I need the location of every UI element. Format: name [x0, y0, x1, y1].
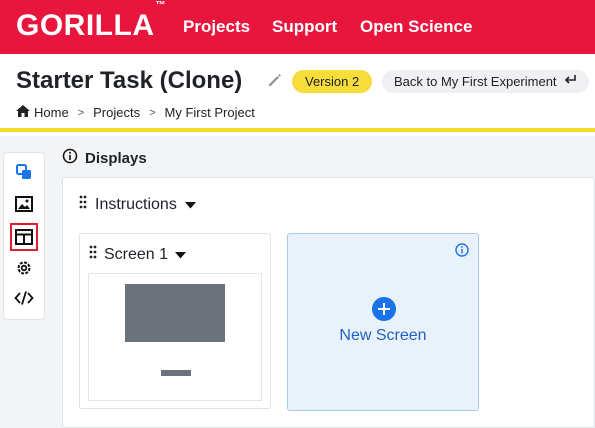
- version-badge: Version 2: [292, 70, 373, 93]
- chevron-right-icon: >: [149, 106, 156, 119]
- monitor-icon: [125, 284, 225, 342]
- tool-sidebar: [3, 152, 45, 320]
- screen-card[interactable]: Screen 1: [79, 233, 271, 409]
- info-icon[interactable]: [455, 243, 469, 262]
- plus-icon: [372, 297, 396, 321]
- nav-projects[interactable]: Projects: [183, 17, 250, 37]
- drag-handle-icon[interactable]: [79, 195, 87, 214]
- back-button-label: Back to My First Experiment: [394, 74, 557, 89]
- table-icon[interactable]: [10, 223, 38, 251]
- new-screen-label: New Screen: [339, 327, 427, 344]
- code-icon[interactable]: [13, 287, 35, 309]
- info-icon[interactable]: [62, 148, 78, 168]
- screen-preview[interactable]: [88, 273, 262, 401]
- gear-icon[interactable]: [13, 257, 35, 279]
- copy-icon[interactable]: [13, 161, 35, 183]
- chevron-right-icon: >: [77, 106, 85, 119]
- breadcrumb-home[interactable]: Home: [34, 105, 69, 120]
- display-panel: Instructions Screen 1 New Screen: [62, 177, 595, 428]
- pencil-icon[interactable]: [266, 71, 284, 89]
- nav-support[interactable]: Support: [272, 17, 337, 37]
- display-instructions[interactable]: Instructions: [79, 195, 196, 214]
- image-icon[interactable]: [13, 193, 35, 215]
- task-title: Starter Task (Clone): [16, 67, 243, 94]
- breadcrumb-projects[interactable]: Projects: [93, 105, 140, 120]
- breadcrumb-project[interactable]: My First Project: [165, 105, 255, 120]
- home-icon[interactable]: [16, 105, 30, 120]
- display-name: Instructions: [95, 195, 177, 213]
- nav-open-science[interactable]: Open Science: [360, 17, 472, 37]
- new-screen-button[interactable]: New Screen: [287, 233, 479, 411]
- top-navigation-bar: GORILLA™ Projects Support Open Science: [0, 0, 595, 54]
- main-content: Displays Instructions Screen 1 New Scree…: [0, 136, 595, 428]
- displays-title: Displays: [85, 149, 147, 167]
- return-arrow-icon: [563, 70, 577, 93]
- screen-card-header: Screen 1: [89, 245, 187, 264]
- displays-heading: Displays: [62, 148, 147, 168]
- task-header: Starter Task (Clone) Version 2 Back to M…: [0, 54, 595, 132]
- breadcrumb: Home > Projects > My First Project: [16, 105, 255, 120]
- caret-down-icon[interactable]: [184, 196, 196, 214]
- screen-label: Screen 1: [104, 245, 169, 263]
- back-to-experiment-button[interactable]: Back to My First Experiment: [382, 70, 589, 93]
- monitor-stand: [161, 370, 191, 376]
- drag-handle-icon[interactable]: [89, 245, 97, 264]
- caret-down-icon[interactable]: [175, 246, 187, 264]
- gorilla-logo[interactable]: GORILLA™: [16, 0, 166, 43]
